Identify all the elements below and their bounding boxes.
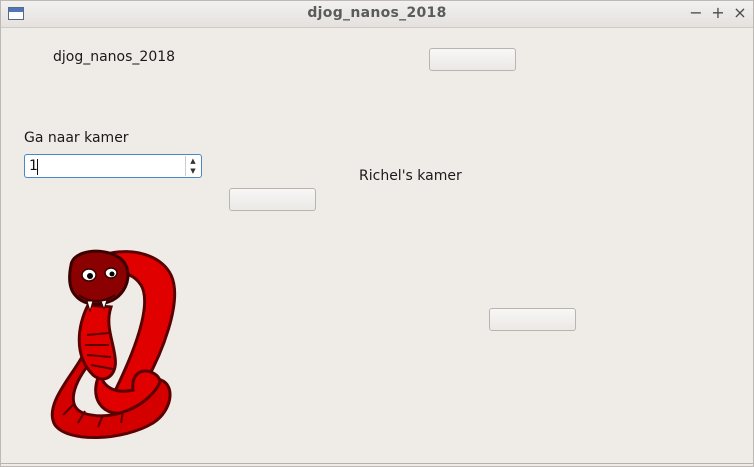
window-bottom-border xyxy=(1,463,753,464)
goto-room-label: Ga naar kamer xyxy=(24,130,129,146)
close-icon[interactable]: × xyxy=(731,4,749,22)
spin-down-icon[interactable]: ▼ xyxy=(185,166,200,176)
room-name-label: Richel's kamer xyxy=(359,168,462,184)
title-bar[interactable]: djog_nanos_2018 − + × xyxy=(1,1,753,28)
app-name-label: djog_nanos_2018 xyxy=(53,49,176,65)
maximize-icon[interactable]: + xyxy=(709,4,727,22)
window-title: djog_nanos_2018 xyxy=(307,5,447,21)
main-window: djog_nanos_2018 − + × djog_nanos_2018 Ga… xyxy=(0,0,754,467)
middle-button[interactable] xyxy=(229,188,316,211)
cobra-snake-image xyxy=(50,249,176,440)
room-spinbox[interactable]: 1 ▲ ▼ xyxy=(24,154,202,178)
minimize-icon[interactable]: − xyxy=(687,4,705,22)
spin-up-icon[interactable]: ▲ xyxy=(185,156,200,166)
right-button[interactable] xyxy=(489,308,576,331)
text-caret xyxy=(37,159,38,175)
top-button[interactable] xyxy=(429,48,516,71)
